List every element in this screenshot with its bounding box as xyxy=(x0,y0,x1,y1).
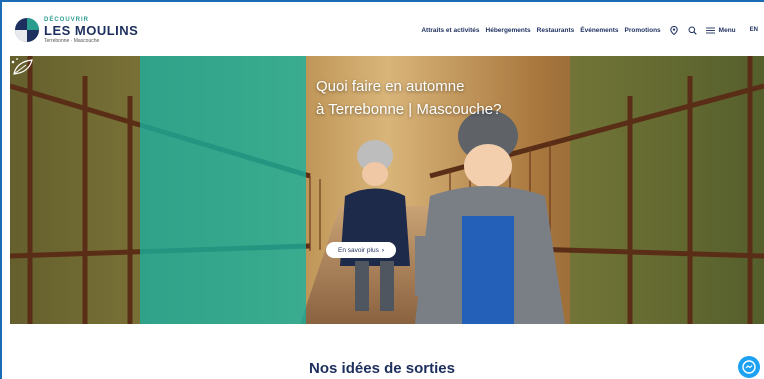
site-header: DÉCOUVRIR LES MOULINS Terrebonne · Masco… xyxy=(0,0,764,56)
nav-attraits[interactable]: Attraits et activités xyxy=(421,27,479,34)
hero-title-line2: à Terrebonne | Mascouche? xyxy=(316,101,502,118)
logo-name: LES MOULINS xyxy=(44,22,139,38)
chevron-right-icon: › xyxy=(381,246,384,254)
hero-title: Quoi faire en automne à Terrebonne | Mas… xyxy=(316,75,501,121)
hero-title-line1: Quoi faire en automne xyxy=(316,78,465,95)
nav-evenements[interactable]: Événements xyxy=(580,27,618,34)
nav-restaurants[interactable]: Restaurants xyxy=(537,27,575,34)
messenger-icon[interactable] xyxy=(738,356,760,378)
nav-promotions[interactable]: Promotions xyxy=(625,27,661,34)
nav-hebergements[interactable]: Hébergements xyxy=(486,27,531,34)
teal-overlay-panel xyxy=(140,56,306,324)
search-icon[interactable] xyxy=(688,26,697,35)
logo-subtitle: Terrebonne · Mascouche xyxy=(44,37,100,44)
logo-text: DÉCOUVRIR LES MOULINS Terrebonne · Masco… xyxy=(44,17,138,44)
language-switch[interactable]: EN xyxy=(750,27,758,33)
main-nav: Attraits et activités Hébergements Resta… xyxy=(415,2,758,58)
hamburger-icon[interactable] xyxy=(705,26,715,35)
browser-frame: DÉCOUVRIR LES MOULINS Terrebonne · Masco… xyxy=(0,0,764,379)
menu-button[interactable]: Menu xyxy=(719,27,736,34)
logo-top-text: DÉCOUVRIR xyxy=(44,16,90,23)
leaf-icon xyxy=(11,58,33,75)
learn-more-label: En savoir plus xyxy=(338,246,379,254)
learn-more-button[interactable]: En savoir plus › xyxy=(326,242,396,258)
left-frame-border xyxy=(0,56,10,379)
site-logo[interactable]: DÉCOUVRIR LES MOULINS Terrebonne · Masco… xyxy=(14,10,138,50)
logo-mark-icon xyxy=(15,18,39,42)
section-title: Nos idées de sorties xyxy=(309,360,455,377)
location-pin-icon[interactable] xyxy=(670,25,679,35)
hero-banner: Quoi faire en automne à Terrebonne | Mas… xyxy=(10,56,764,324)
